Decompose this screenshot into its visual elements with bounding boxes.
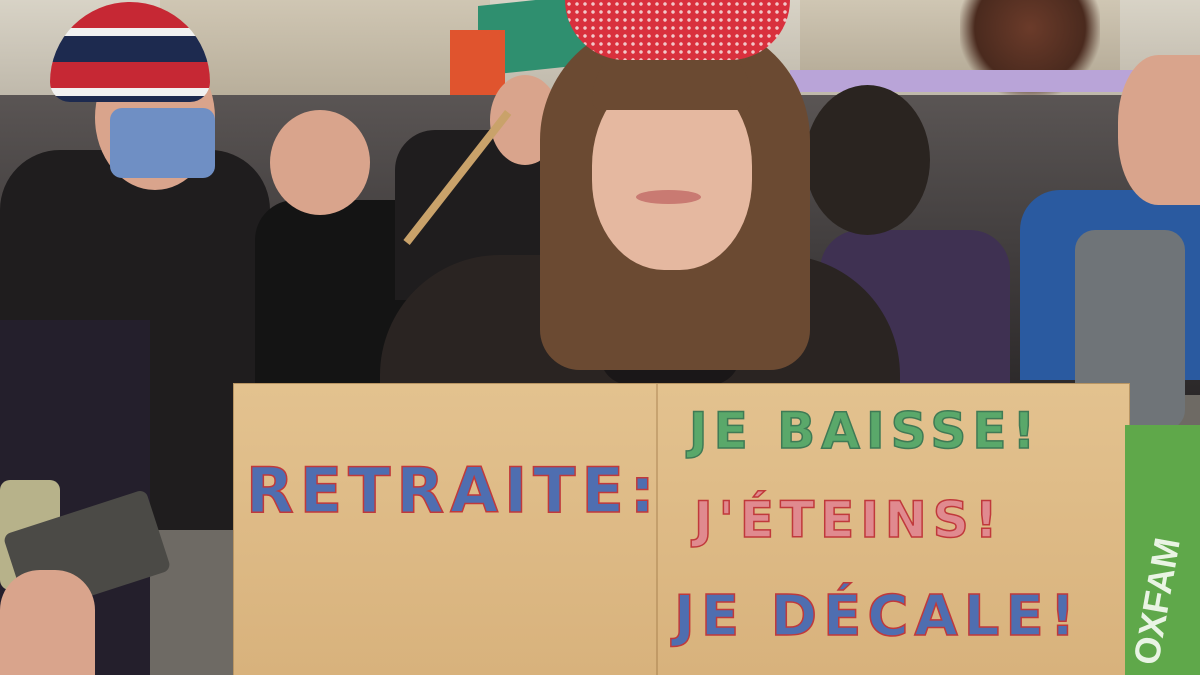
person-right-face — [1118, 55, 1200, 205]
woman-smile — [636, 190, 701, 204]
orange-placard — [450, 30, 505, 95]
sign-text-je-decale: JE DÉCALE! — [673, 583, 1082, 650]
oxfam-banner-text: OXFAM — [1125, 534, 1188, 668]
hand — [0, 570, 95, 675]
face-mask — [110, 108, 215, 178]
red-bandana — [565, 0, 790, 60]
person-leather-face — [270, 110, 370, 215]
protest-photo: RETRAITE: JE BAISSE! J'ÉTEINS! JE DÉCALE… — [0, 0, 1200, 675]
purple-awning — [790, 70, 1150, 92]
sign-text-retraite: RETRAITE: — [245, 453, 661, 528]
person-purple-hair — [805, 85, 930, 235]
sign-text-jeteins: J'ÉTEINS! — [693, 490, 1004, 550]
sign-fold — [656, 384, 658, 675]
oxfam-banner: OXFAM — [1125, 425, 1200, 675]
sign-text-je-baisse: JE BAISSE! — [688, 401, 1042, 461]
protest-sign: RETRAITE: JE BAISSE! J'ÉTEINS! JE DÉCALE… — [233, 383, 1130, 675]
